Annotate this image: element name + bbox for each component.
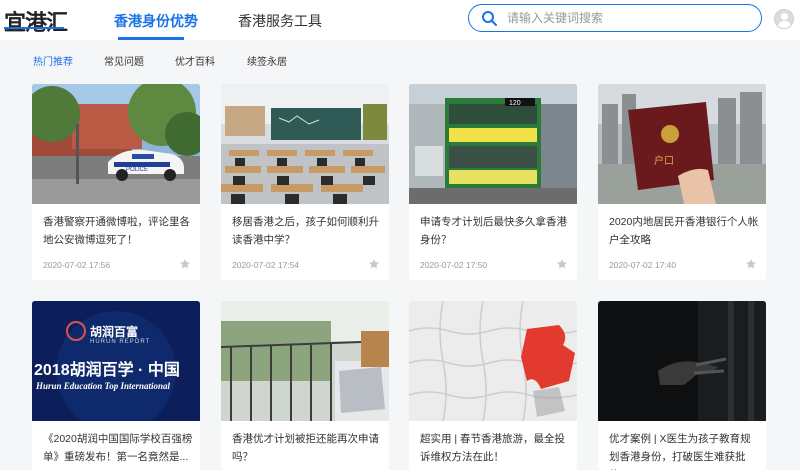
article-image-tram: 120 xyxy=(409,84,577,204)
nav-tab-hk-identity[interactable]: 香港身份优势 xyxy=(114,11,198,31)
article-title[interactable]: 申请专才计划后最快多久拿香港身份？ xyxy=(420,213,570,249)
article-date: 2020-07-02 17:56 xyxy=(43,260,111,270)
logo-underline xyxy=(4,27,64,29)
article-image-household-register: 户口 xyxy=(598,84,766,204)
user-avatar-icon[interactable] xyxy=(774,9,794,29)
article-card[interactable]: POLICE 香港警察开通微博啦，评论里各地公安微博逗死了！ 2020-07-0… xyxy=(32,84,200,280)
article-card[interactable]: 优才案例 | X医生为孩子教育规划香港身份，打破医生难获批传... xyxy=(598,301,766,470)
article-image-laptop-balcony xyxy=(221,301,389,421)
article-title[interactable]: 移居香港之后，孩子如何顺利升读香港中学？ xyxy=(232,213,382,249)
favorite-star-icon[interactable] xyxy=(179,258,191,270)
article-title[interactable]: 香港警察开通微博啦，评论里各地公安微博逗死了！ xyxy=(43,213,193,249)
tab-hot-recommend[interactable]: 热门推荐 xyxy=(33,53,73,68)
article-card[interactable]: 120 申请专才计划后最快多久拿香港身份？ 2020-07-02 17:50 xyxy=(409,84,577,280)
article-image-dark-hand xyxy=(598,301,766,421)
top-bar: 宜港汇 香港身份优势 香港服务工具 xyxy=(0,0,800,40)
search-input[interactable] xyxy=(507,9,747,27)
svg-text:120: 120 xyxy=(509,100,521,107)
article-date: 2020-07-02 17:50 xyxy=(420,260,488,270)
nav-tab-hk-tools[interactable]: 香港服务工具 xyxy=(238,11,322,31)
article-date: 2020-07-02 17:54 xyxy=(232,260,300,270)
hurun-brand-en: HURUN REPORT xyxy=(90,339,151,345)
article-card[interactable]: 超实用 | 春节香港旅游，最全投诉维权方法在此！ xyxy=(409,301,577,470)
article-image-puzzle xyxy=(409,301,577,421)
article-card[interactable]: 移居香港之后，孩子如何顺利升读香港中学？ 2020-07-02 17:54 xyxy=(221,84,389,280)
hurun-headline: 2018胡润百学 · 中国 xyxy=(34,362,180,379)
article-title[interactable]: 超实用 | 春节香港旅游，最全投诉维权方法在此！ xyxy=(420,430,570,466)
category-tabs: 热门推荐 常见问题 优才百科 续签永居 xyxy=(0,40,800,78)
favorite-star-icon[interactable] xyxy=(368,258,380,270)
article-card[interactable]: 胡润百富 HURUN REPORT 2018胡润百学 · 中国 Hurun Ed… xyxy=(32,301,200,470)
article-title[interactable]: 优才案例 | X医生为孩子教育规划香港身份，打破医生难获批传... xyxy=(609,430,759,470)
tab-renewal-residency[interactable]: 续签永居 xyxy=(247,53,287,68)
hurun-subline: Hurun Education Top International xyxy=(36,381,170,391)
search-box[interactable] xyxy=(468,4,762,32)
article-card[interactable]: 户口 2020内地居民开香港银行个人帐户全攻略 2020-07-02 17:40 xyxy=(598,84,766,280)
tab-faq[interactable]: 常见问题 xyxy=(104,53,144,68)
article-card[interactable]: 香港优才计划被拒还能再次申请吗？ xyxy=(221,301,389,470)
favorite-star-icon[interactable] xyxy=(745,258,757,270)
article-date: 2020-07-02 17:40 xyxy=(609,260,677,270)
tab-talent-wiki[interactable]: 优才百科 xyxy=(175,53,215,68)
logo[interactable]: 宜港汇 xyxy=(4,5,68,37)
article-title[interactable]: 2020内地居民开香港银行个人帐户全攻略 xyxy=(609,213,759,249)
favorite-star-icon[interactable] xyxy=(556,258,568,270)
svg-text:POLICE: POLICE xyxy=(126,167,148,173)
article-title[interactable]: 《2020胡润中国国际学校百强榜单》重磅发布！第一名竟然是... xyxy=(43,430,193,466)
article-image-hurun-banner: 胡润百富 HURUN REPORT 2018胡润百学 · 中国 Hurun Ed… xyxy=(32,301,200,421)
hurun-brand: 胡润百富 xyxy=(90,325,139,339)
search-icon[interactable] xyxy=(481,10,497,26)
article-title[interactable]: 香港优才计划被拒还能再次申请吗？ xyxy=(232,430,382,466)
logo-text: 宜港汇 xyxy=(4,10,68,35)
article-image-classroom xyxy=(221,84,389,204)
svg-text:户口: 户口 xyxy=(654,154,674,167)
article-image-police-car: POLICE xyxy=(32,84,200,204)
